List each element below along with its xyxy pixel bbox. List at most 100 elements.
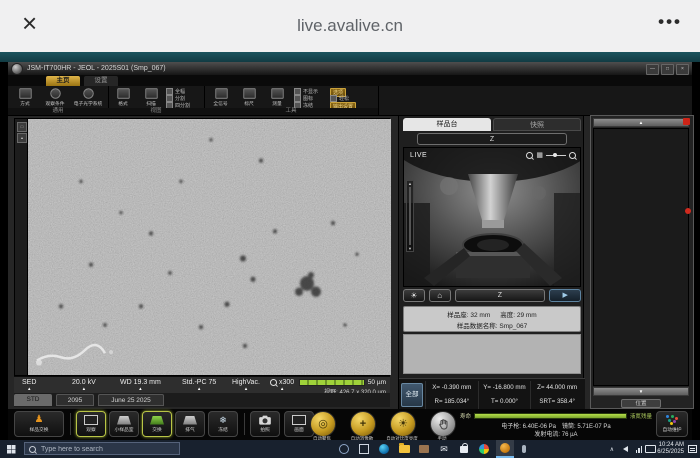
camera-live-button[interactable]: ▶ <box>549 289 581 302</box>
slider-down-icon[interactable]: ▼ <box>408 246 412 251</box>
keyboard-icon[interactable] <box>645 440 656 458</box>
start-button[interactable] <box>7 445 15 453</box>
ribbon-mini-split[interactable]: 分割 <box>166 95 185 102</box>
app-titlebar: JSM-IT700HR - JEOL - 2025S01 (Smp_067) —… <box>8 62 692 75</box>
tab-stage[interactable]: 样品台 <box>403 118 491 131</box>
ribbon-button-format[interactable]: 格式 <box>110 87 136 107</box>
auto-contrast-brightness-button[interactable]: ☀ <box>390 411 416 437</box>
autostig-button[interactable]: + <box>350 411 376 437</box>
viewport-side-toolbar: □ ▴ <box>15 119 28 375</box>
voice-recorder-icon[interactable] <box>518 443 530 455</box>
tab-std[interactable]: STD <box>14 394 52 406</box>
close-window-button[interactable]: × <box>676 64 689 75</box>
position-list[interactable] <box>593 128 689 386</box>
sem-image-viewport[interactable]: □ ▴ <box>14 118 390 376</box>
file-explorer-icon[interactable] <box>398 443 410 455</box>
ribbon-mini-easy[interactable]: 轻松 <box>330 95 349 102</box>
filament-life-row: 寿命 液氮残量 <box>460 412 652 420</box>
autofocus-button[interactable]: ◎ <box>310 411 336 437</box>
detector-readout[interactable]: SED▴ <box>22 379 36 391</box>
photo-button[interactable]: 拍照 <box>250 411 280 437</box>
ribbon-button-measure[interactable]: 测量 <box>264 87 290 107</box>
auto-maintenance-button[interactable]: 自动维护 <box>656 411 688 437</box>
observe-button[interactable]: 观察 <box>76 411 106 437</box>
taskbar-clock[interactable]: 10:24 AM 6/25/2025 <box>657 442 684 456</box>
collapse-panel-button[interactable]: □ <box>17 122 27 132</box>
browser-url: live.avalive.cn <box>0 16 700 36</box>
probe-current-readout[interactable]: Std.-PC 75▴ <box>182 379 216 391</box>
clock-time: 10:24 AM <box>657 442 684 449</box>
store-icon[interactable] <box>458 443 470 455</box>
position-button[interactable]: 位置 <box>621 399 661 408</box>
ribbon-button-mode[interactable]: 方式 <box>12 87 38 107</box>
volume-icon[interactable] <box>623 440 628 458</box>
chamber-camera-view[interactable]: LIVE ▦ ▲ ▼ <box>403 147 581 287</box>
tray-chevron-icon[interactable]: ∧ <box>610 440 614 458</box>
ribbon: 方式 观察条件 电子光学系统 通用 格式 扫描 全幅 分割 四分割 视图 全信号… <box>8 86 692 116</box>
action-center-icon[interactable] <box>688 445 697 453</box>
freeze-button[interactable]: ❄冻结 <box>208 411 238 437</box>
photos-icon[interactable] <box>478 443 490 455</box>
emission-current-readout: 发射电流: 76 µA <box>456 429 656 438</box>
maintenance-icon <box>666 415 678 425</box>
image-tab-strip: STD 2095 June 25 2025 <box>14 393 390 407</box>
mail-icon[interactable]: ✉ <box>438 443 450 455</box>
tab-settings[interactable]: 设置 <box>84 76 118 86</box>
tab-snapshot[interactable]: 快照 <box>493 118 581 131</box>
slider-up-icon[interactable]: ▲ <box>408 181 412 186</box>
z-move-button[interactable]: Z <box>455 289 546 302</box>
scroll-down-button[interactable]: ▼ <box>593 387 689 396</box>
task-view-icon[interactable] <box>358 443 370 455</box>
holder-height-label: 高度: 29 mm <box>500 312 536 319</box>
ln2-label: 液氮残量 <box>630 412 652 420</box>
small-chamber-button[interactable]: 小样品室 <box>109 411 139 437</box>
sem-app-taskbar-icon[interactable] <box>496 440 514 458</box>
briefcase-app-icon[interactable] <box>418 443 430 455</box>
tab-date[interactable]: June 25 2025 <box>98 394 164 406</box>
taskbar-search[interactable] <box>24 442 180 455</box>
pin-panel-button[interactable]: ▴ <box>17 133 27 143</box>
ribbon-mini-full[interactable]: 全幅 <box>166 88 185 95</box>
ribbon-button-scale[interactable]: 标尺 <box>236 87 262 107</box>
zoom-out-icon[interactable] <box>526 152 533 159</box>
sample-exchange-button[interactable]: ♟ 样品交换 <box>14 411 64 437</box>
ribbon-button-all-signal[interactable]: 全信号 <box>208 87 234 107</box>
maximize-button[interactable]: □ <box>661 64 674 75</box>
easy-icon <box>330 95 337 102</box>
search-input[interactable] <box>39 443 181 456</box>
z-dropdown-button[interactable]: Z <box>417 133 567 145</box>
light-button[interactable]: ☀ <box>403 289 425 302</box>
overflow-menu-icon[interactable]: ••• <box>658 12 682 32</box>
voltage-readout[interactable]: 20.0 kV▴ <box>72 379 96 391</box>
vent-button[interactable]: 排气 <box>175 411 205 437</box>
magnification-readout[interactable]: x300 ▴ <box>270 379 294 391</box>
exchange-position-button[interactable]: 交换 <box>142 411 172 437</box>
working-distance-readout[interactable]: WD 19.3 mm▴ <box>120 379 161 391</box>
minimize-button[interactable]: — <box>646 64 659 75</box>
ribbon-button-electron-optics[interactable]: 电子光学系统 <box>70 87 106 107</box>
manual-button[interactable] <box>430 411 456 437</box>
ribbon-mini-hide[interactable]: 不显示 <box>294 88 318 95</box>
ribbon-button-observe-conditions[interactable]: 观察条件 <box>40 87 70 107</box>
network-icon[interactable] <box>636 440 643 458</box>
home-position-button[interactable]: ⌂ <box>429 289 451 302</box>
cortana-icon[interactable] <box>338 443 350 455</box>
scale-bar <box>299 379 365 386</box>
zoom-slider[interactable] <box>546 155 566 156</box>
grid-icon[interactable]: ▦ <box>536 152 543 159</box>
tab-home[interactable]: 主页 <box>46 76 80 86</box>
ribbon-mini-icon[interactable]: 图标 <box>294 95 313 102</box>
desktop-top-strip <box>0 52 700 62</box>
tab-image-number[interactable]: 2095 <box>56 394 94 406</box>
all-axes-button[interactable]: 全部 <box>401 383 423 407</box>
scroll-up-button[interactable]: ▲ <box>593 118 689 127</box>
plus-icon: + <box>360 419 366 430</box>
alert-badge <box>683 118 690 125</box>
camera-vertical-slider[interactable]: ▲ ▼ <box>406 180 414 252</box>
zoom-in-icon[interactable] <box>569 152 576 159</box>
slider-track <box>409 187 411 245</box>
coord-r: R= 185.034° <box>425 395 478 409</box>
edge-icon[interactable] <box>378 443 390 455</box>
vacuum-mode-readout[interactable]: HighVac.▴ <box>232 379 260 391</box>
ribbon-button-scan[interactable]: 扫描 <box>138 87 164 107</box>
